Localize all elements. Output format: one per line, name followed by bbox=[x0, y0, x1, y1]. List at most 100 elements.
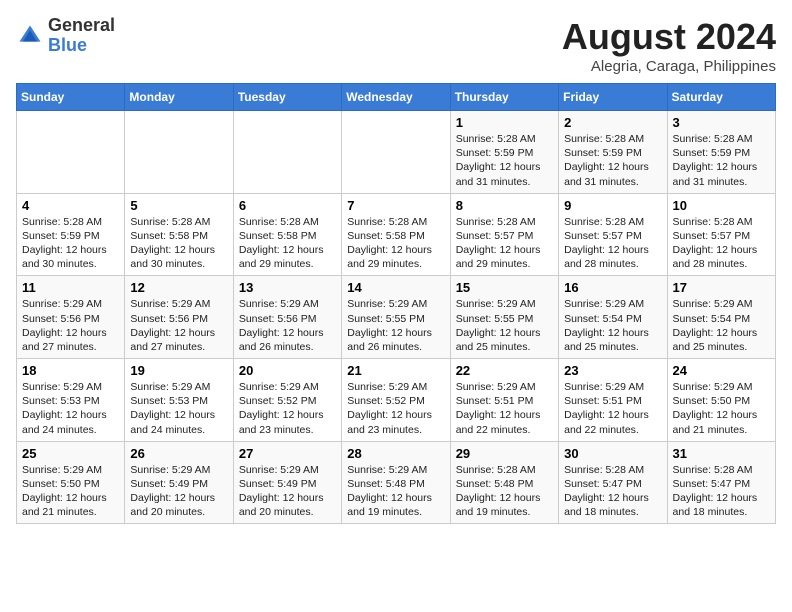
day-number: 21 bbox=[347, 363, 444, 378]
day-number: 23 bbox=[564, 363, 661, 378]
day-number: 6 bbox=[239, 198, 336, 213]
day-info: Sunrise: 5:28 AM Sunset: 5:57 PM Dayligh… bbox=[673, 215, 770, 272]
day-info: Sunrise: 5:28 AM Sunset: 5:59 PM Dayligh… bbox=[22, 215, 119, 272]
weekday-header-sunday: Sunday bbox=[17, 84, 125, 111]
calendar-cell bbox=[233, 111, 341, 194]
day-info: Sunrise: 5:29 AM Sunset: 5:52 PM Dayligh… bbox=[239, 380, 336, 437]
calendar-cell bbox=[17, 111, 125, 194]
title-block: August 2024 Alegria, Caraga, Philippines bbox=[562, 16, 776, 75]
day-info: Sunrise: 5:29 AM Sunset: 5:49 PM Dayligh… bbox=[239, 463, 336, 520]
calendar-cell: 8Sunrise: 5:28 AM Sunset: 5:57 PM Daylig… bbox=[450, 193, 558, 276]
day-number: 26 bbox=[130, 446, 227, 461]
day-number: 31 bbox=[673, 446, 770, 461]
logo: General Blue bbox=[16, 16, 115, 56]
calendar-cell: 2Sunrise: 5:28 AM Sunset: 5:59 PM Daylig… bbox=[559, 111, 667, 194]
week-row-5: 25Sunrise: 5:29 AM Sunset: 5:50 PM Dayli… bbox=[17, 441, 776, 524]
day-number: 8 bbox=[456, 198, 553, 213]
week-row-2: 4 Sunrise: 5:28 AM Sunset: 5:59 PM Daylig… bbox=[17, 193, 776, 276]
calendar-cell: 22 Sunrise: 5:29 AM Sunset: 5:51 PM Dayli… bbox=[450, 359, 558, 442]
calendar-cell: 30 Sunrise: 5:28 AM Sunset: 5:47 PM Dayli… bbox=[559, 441, 667, 524]
day-number: 4 bbox=[22, 198, 119, 213]
calendar-cell: 28Sunrise: 5:29 AM Sunset: 5:48 PM Dayli… bbox=[342, 441, 450, 524]
day-info: Sunrise: 5:29 AM Sunset: 5:56 PM Dayligh… bbox=[239, 297, 336, 354]
calendar-table: SundayMondayTuesdayWednesdayThursdayFrid… bbox=[16, 83, 776, 524]
day-info: Sunrise: 5:29 AM Sunset: 5:52 PM Dayligh… bbox=[347, 380, 444, 437]
day-info: Sunrise: 5:28 AM Sunset: 5:47 PM Dayligh… bbox=[673, 463, 770, 520]
calendar-cell: 21 Sunrise: 5:29 AM Sunset: 5:52 PM Dayli… bbox=[342, 359, 450, 442]
calendar-cell: 14 Sunrise: 5:29 AM Sunset: 5:55 PM Dayli… bbox=[342, 276, 450, 359]
calendar-cell: 7Sunrise: 5:28 AM Sunset: 5:58 PM Daylig… bbox=[342, 193, 450, 276]
day-number: 29 bbox=[456, 446, 553, 461]
day-number: 22 bbox=[456, 363, 553, 378]
day-number: 9 bbox=[564, 198, 661, 213]
weekday-header-thursday: Thursday bbox=[450, 84, 558, 111]
calendar-cell bbox=[125, 111, 233, 194]
day-number: 30 bbox=[564, 446, 661, 461]
calendar-cell: 23 Sunrise: 5:29 AM Sunset: 5:51 PM Dayli… bbox=[559, 359, 667, 442]
day-number: 18 bbox=[22, 363, 119, 378]
day-number: 12 bbox=[130, 280, 227, 295]
weekday-header-saturday: Saturday bbox=[667, 84, 775, 111]
calendar-cell: 11 Sunrise: 5:29 AM Sunset: 5:56 PM Dayli… bbox=[17, 276, 125, 359]
calendar-cell: 13Sunrise: 5:29 AM Sunset: 5:56 PM Dayli… bbox=[233, 276, 341, 359]
location: Alegria, Caraga, Philippines bbox=[562, 58, 776, 75]
calendar-cell: 1 Sunrise: 5:28 AM Sunset: 5:59 PM Daylig… bbox=[450, 111, 558, 194]
day-info: Sunrise: 5:29 AM Sunset: 5:54 PM Dayligh… bbox=[564, 297, 661, 354]
day-number: 15 bbox=[456, 280, 553, 295]
day-number: 5 bbox=[130, 198, 227, 213]
logo-icon bbox=[16, 22, 44, 50]
day-number: 17 bbox=[673, 280, 770, 295]
day-number: 27 bbox=[239, 446, 336, 461]
day-info: Sunrise: 5:29 AM Sunset: 5:51 PM Dayligh… bbox=[456, 380, 553, 437]
day-number: 7 bbox=[347, 198, 444, 213]
day-info: Sunrise: 5:29 AM Sunset: 5:56 PM Dayligh… bbox=[130, 297, 227, 354]
calendar-cell: 12 Sunrise: 5:29 AM Sunset: 5:56 PM Dayli… bbox=[125, 276, 233, 359]
day-number: 3 bbox=[673, 115, 770, 130]
calendar-cell: 20Sunrise: 5:29 AM Sunset: 5:52 PM Dayli… bbox=[233, 359, 341, 442]
day-info: Sunrise: 5:29 AM Sunset: 5:54 PM Dayligh… bbox=[673, 297, 770, 354]
calendar-cell: 10Sunrise: 5:28 AM Sunset: 5:57 PM Dayli… bbox=[667, 193, 775, 276]
calendar-cell: 26 Sunrise: 5:29 AM Sunset: 5:49 PM Dayli… bbox=[125, 441, 233, 524]
week-row-3: 11 Sunrise: 5:29 AM Sunset: 5:56 PM Dayli… bbox=[17, 276, 776, 359]
day-number: 14 bbox=[347, 280, 444, 295]
calendar-cell: 9 Sunrise: 5:28 AM Sunset: 5:57 PM Daylig… bbox=[559, 193, 667, 276]
calendar-cell: 18Sunrise: 5:29 AM Sunset: 5:53 PM Dayli… bbox=[17, 359, 125, 442]
weekday-header-wednesday: Wednesday bbox=[342, 84, 450, 111]
week-row-1: 1 Sunrise: 5:28 AM Sunset: 5:59 PM Daylig… bbox=[17, 111, 776, 194]
calendar-cell: 15 Sunrise: 5:29 AM Sunset: 5:55 PM Dayli… bbox=[450, 276, 558, 359]
day-info: Sunrise: 5:28 AM Sunset: 5:59 PM Dayligh… bbox=[456, 132, 553, 189]
weekday-header-monday: Monday bbox=[125, 84, 233, 111]
calendar-cell: 31 Sunrise: 5:28 AM Sunset: 5:47 PM Dayli… bbox=[667, 441, 775, 524]
day-info: Sunrise: 5:29 AM Sunset: 5:55 PM Dayligh… bbox=[347, 297, 444, 354]
calendar-cell: 4 Sunrise: 5:28 AM Sunset: 5:59 PM Daylig… bbox=[17, 193, 125, 276]
calendar-cell: 25Sunrise: 5:29 AM Sunset: 5:50 PM Dayli… bbox=[17, 441, 125, 524]
day-info: Sunrise: 5:29 AM Sunset: 5:53 PM Dayligh… bbox=[130, 380, 227, 437]
day-number: 16 bbox=[564, 280, 661, 295]
calendar-header: SundayMondayTuesdayWednesdayThursdayFrid… bbox=[17, 84, 776, 111]
weekday-header-row: SundayMondayTuesdayWednesdayThursdayFrid… bbox=[17, 84, 776, 111]
day-info: Sunrise: 5:28 AM Sunset: 5:48 PM Dayligh… bbox=[456, 463, 553, 520]
day-number: 1 bbox=[456, 115, 553, 130]
calendar-cell: 24 Sunrise: 5:29 AM Sunset: 5:50 PM Dayli… bbox=[667, 359, 775, 442]
page-header: General Blue August 2024 Alegria, Caraga… bbox=[16, 16, 776, 75]
day-number: 25 bbox=[22, 446, 119, 461]
day-number: 28 bbox=[347, 446, 444, 461]
calendar-cell: 16 Sunrise: 5:29 AM Sunset: 5:54 PM Dayli… bbox=[559, 276, 667, 359]
week-row-4: 18 Sunrise: 5:29 AM Sunset: 5:53 PM Dayli… bbox=[17, 359, 776, 442]
calendar-cell: 6Sunrise: 5:28 AM Sunset: 5:58 PM Daylig… bbox=[233, 193, 341, 276]
day-info: Sunrise: 5:29 AM Sunset: 5:56 PM Dayligh… bbox=[22, 297, 119, 354]
day-info: Sunrise: 5:28 AM Sunset: 5:57 PM Dayligh… bbox=[564, 215, 661, 272]
calendar-cell: 17 Sunrise: 5:29 AM Sunset: 5:54 PM Dayli… bbox=[667, 276, 775, 359]
day-info: Sunrise: 5:28 AM Sunset: 5:47 PM Dayligh… bbox=[564, 463, 661, 520]
day-number: 11 bbox=[22, 280, 119, 295]
day-number: 2 bbox=[564, 115, 661, 130]
day-number: 24 bbox=[673, 363, 770, 378]
calendar-cell: 3Sunrise: 5:28 AM Sunset: 5:59 PM Daylig… bbox=[667, 111, 775, 194]
day-info: Sunrise: 5:29 AM Sunset: 5:55 PM Dayligh… bbox=[456, 297, 553, 354]
calendar-cell: 5Sunrise: 5:28 AM Sunset: 5:58 PM Daylig… bbox=[125, 193, 233, 276]
calendar-body: 1 Sunrise: 5:28 AM Sunset: 5:59 PM Daylig… bbox=[17, 111, 776, 524]
day-info: Sunrise: 5:29 AM Sunset: 5:51 PM Dayligh… bbox=[564, 380, 661, 437]
day-info: Sunrise: 5:29 AM Sunset: 5:49 PM Dayligh… bbox=[130, 463, 227, 520]
day-info: Sunrise: 5:29 AM Sunset: 5:50 PM Dayligh… bbox=[673, 380, 770, 437]
month-year: August 2024 bbox=[562, 16, 776, 58]
